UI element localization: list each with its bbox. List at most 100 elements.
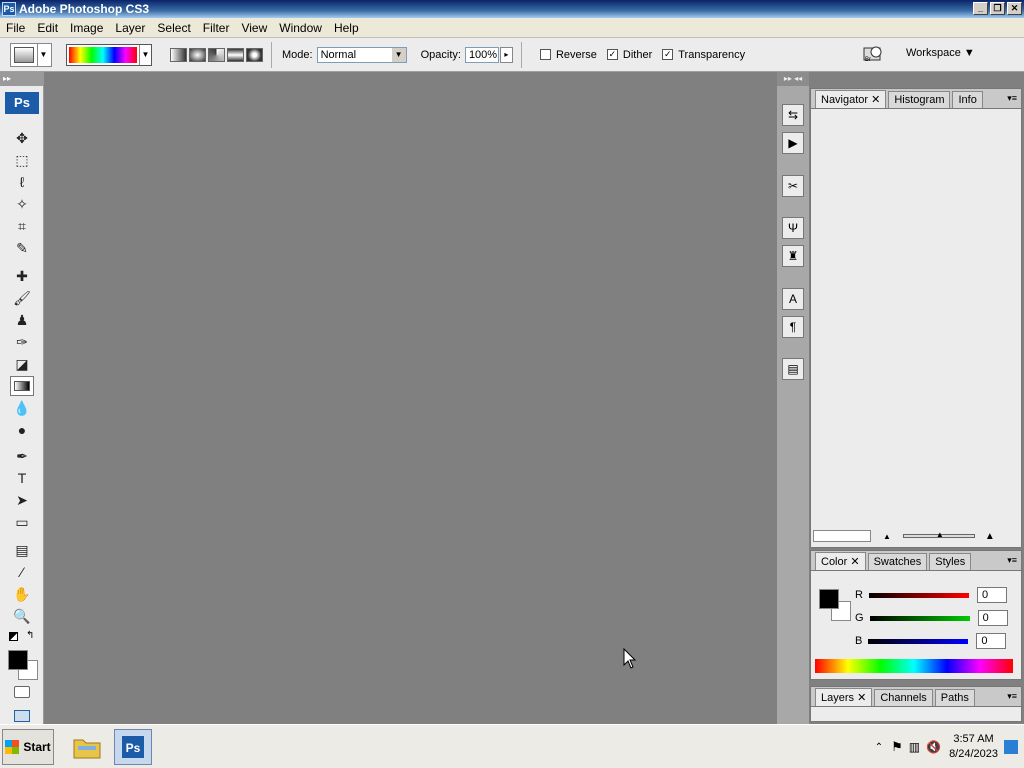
paragraph-panel-icon[interactable]: ¶	[782, 316, 804, 338]
foreground-color-swatch[interactable]	[819, 589, 839, 609]
gradient-picker[interactable]: ▼	[66, 43, 152, 66]
color-spectrum-bar[interactable]	[815, 659, 1013, 673]
network-icon[interactable]: ▥	[909, 740, 920, 754]
canvas-area[interactable]	[45, 72, 777, 724]
brush-tool-icon[interactable]: 🖌	[10, 288, 34, 308]
default-colors-icon[interactable]	[9, 632, 18, 641]
magic-wand-tool-icon[interactable]: ✧	[10, 194, 34, 214]
brushes-panel-icon[interactable]: Ψ	[782, 217, 804, 239]
opacity-slider-arrow[interactable]: ▸	[499, 46, 513, 63]
red-value-input[interactable]: 0	[976, 587, 1007, 603]
notes-tool-icon[interactable]: ▤	[10, 540, 34, 560]
menu-image[interactable]: Image	[64, 21, 109, 35]
layer-comps-panel-icon[interactable]: ▤	[782, 358, 804, 380]
taskbar-explorer-button[interactable]	[68, 729, 106, 765]
lasso-tool-icon[interactable]: ℓ	[10, 172, 34, 192]
tool-presets-panel-icon[interactable]: ✂	[782, 175, 804, 197]
zoom-input[interactable]	[813, 530, 871, 542]
tab-channels[interactable]: Channels	[874, 689, 933, 706]
menu-view[interactable]: View	[235, 21, 273, 35]
clock[interactable]: 3:57 AM 8/24/2023	[949, 732, 998, 762]
menu-help[interactable]: Help	[328, 21, 365, 35]
zoom-out-icon[interactable]: ▲	[883, 532, 891, 541]
diamond-gradient-button[interactable]	[246, 47, 263, 62]
path-selection-tool-icon[interactable]: ➤	[10, 490, 34, 510]
tab-histogram[interactable]: Histogram	[888, 91, 951, 108]
swap-colors-icon[interactable]: ↰	[26, 630, 34, 641]
panel-menu-icon[interactable]: ▾≡	[1007, 93, 1017, 104]
dodge-tool-icon[interactable]: ●	[10, 420, 34, 440]
marquee-tool-icon[interactable]: ⬚	[10, 150, 34, 170]
bridge-icon[interactable]: Br	[862, 44, 886, 64]
type-tool-icon[interactable]: T	[10, 468, 34, 488]
panel-menu-icon[interactable]: ▾≡	[1007, 691, 1017, 702]
linear-gradient-button[interactable]	[170, 47, 187, 62]
panel-menu-icon[interactable]: ▾≡	[1007, 555, 1017, 566]
screen-mode-icon[interactable]	[14, 710, 30, 722]
green-slider[interactable]	[869, 615, 970, 621]
reverse-checkbox-box[interactable]	[539, 49, 551, 60]
dither-checkbox-box[interactable]: ✓	[606, 49, 618, 60]
tab-info[interactable]: Info	[952, 91, 983, 108]
tab-color[interactable]: Color ✕	[815, 552, 866, 570]
menu-filter[interactable]: Filter	[197, 21, 236, 35]
history-brush-tool-icon[interactable]: ✑	[10, 332, 34, 352]
eyedropper-tool-icon[interactable]: ⁄	[10, 562, 34, 582]
volume-muted-icon[interactable]: 🔇	[926, 740, 941, 754]
crop-tool-icon[interactable]: ⌗	[10, 216, 34, 236]
zoom-in-icon[interactable]: ▲	[985, 531, 995, 542]
history-panel-icon[interactable]: ⇆	[782, 104, 804, 126]
slice-tool-icon[interactable]: ✎	[10, 238, 34, 258]
minimize-button[interactable]: _	[973, 2, 988, 15]
blue-value-input[interactable]: 0	[976, 633, 1007, 649]
clone-source-panel-icon[interactable]: ♜	[782, 245, 804, 267]
action-center-flag-icon[interactable]: ⚑	[891, 739, 903, 755]
tab-layers[interactable]: Layers ✕	[815, 688, 873, 706]
close-icon[interactable]: ✕	[850, 556, 859, 568]
close-button[interactable]: ✕	[1007, 2, 1022, 15]
pen-tool-icon[interactable]: ✒	[10, 446, 34, 466]
show-hidden-icons-icon[interactable]: ⌃	[875, 742, 883, 753]
menu-layer[interactable]: Layer	[109, 21, 151, 35]
green-value-input[interactable]: 0	[977, 610, 1008, 626]
dock-header[interactable]: ▸▸ ◂◂	[777, 72, 809, 86]
actions-panel-icon[interactable]: ▶	[782, 132, 804, 154]
menu-select[interactable]: Select	[151, 21, 196, 35]
toolbox-header[interactable]: ▸▸	[0, 72, 43, 86]
reverse-checkbox[interactable]: Reverse	[539, 49, 597, 61]
close-icon[interactable]: ✕	[871, 94, 880, 106]
gradient-tool-icon[interactable]	[10, 376, 34, 396]
mode-select[interactable]: Normal ▼	[316, 46, 407, 63]
angle-gradient-button[interactable]	[208, 47, 225, 62]
hand-tool-icon[interactable]: ✋	[10, 584, 34, 604]
dither-checkbox[interactable]: ✓ Dither	[606, 49, 652, 61]
show-desktop-button[interactable]	[1004, 740, 1018, 754]
red-slider[interactable]	[868, 592, 969, 598]
transparency-checkbox[interactable]: ✓ Transparency	[662, 49, 745, 61]
opacity-input[interactable]: 100%	[464, 46, 499, 63]
zoom-tool-icon[interactable]: 🔍	[10, 606, 34, 626]
tab-paths[interactable]: Paths	[934, 689, 975, 706]
clone-stamp-tool-icon[interactable]: ♟	[10, 310, 34, 330]
close-icon[interactable]: ✕	[857, 692, 866, 704]
tab-navigator[interactable]: Navigator ✕	[815, 90, 887, 108]
menu-file[interactable]: File	[0, 21, 31, 35]
character-panel-icon[interactable]: A	[782, 288, 804, 310]
move-tool-icon[interactable]: ✥	[10, 128, 34, 148]
healing-brush-tool-icon[interactable]: ✚	[10, 266, 34, 286]
tool-preset-picker[interactable]: ▼	[10, 42, 52, 67]
reflected-gradient-button[interactable]	[227, 47, 244, 62]
transparency-checkbox-box[interactable]: ✓	[662, 49, 674, 60]
tab-swatches[interactable]: Swatches	[867, 553, 928, 570]
radial-gradient-button[interactable]	[189, 47, 206, 62]
zoom-slider[interactable]: ▲	[902, 530, 975, 539]
menu-edit[interactable]: Edit	[31, 21, 64, 35]
blue-slider[interactable]	[868, 638, 969, 644]
menu-window[interactable]: Window	[273, 21, 328, 35]
taskbar-photoshop-button[interactable]: Ps	[114, 728, 152, 765]
workspace-menu[interactable]: Workspace ▼	[906, 47, 975, 59]
foreground-color-swatch[interactable]	[8, 650, 28, 670]
blur-tool-icon[interactable]: 💧	[10, 398, 34, 418]
restore-button[interactable]: ❐	[990, 2, 1005, 15]
quick-mask-icon[interactable]	[14, 686, 30, 698]
